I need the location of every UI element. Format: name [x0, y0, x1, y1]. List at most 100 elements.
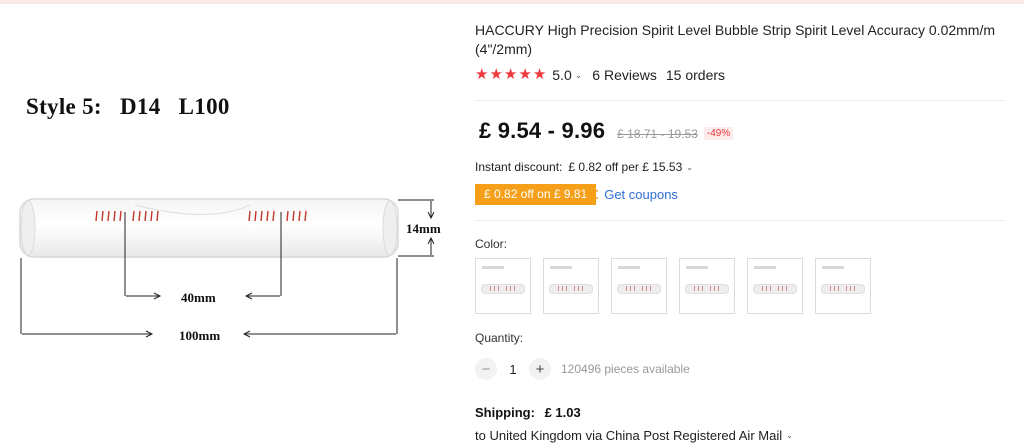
swatch-mark: [642, 286, 643, 291]
swatch-mark: [574, 286, 575, 291]
swatch-mark: [782, 286, 783, 291]
swatch-mark: [838, 286, 839, 291]
glass-tube: [19, 198, 399, 258]
orders-count: 15 orders: [665, 67, 726, 83]
shipping-price: £ 1.03: [544, 405, 581, 420]
swatch-mark: [498, 286, 499, 291]
swatch-mark: [494, 286, 495, 291]
swatch-tube: [685, 284, 729, 294]
divider: [475, 220, 1005, 221]
swatch-caption: [686, 266, 708, 269]
color-option[interactable]: [747, 258, 803, 314]
swatch-tube: [481, 284, 525, 294]
swatch-tube: [753, 284, 797, 294]
chevron-down-icon[interactable]: ⌄: [786, 431, 793, 440]
instant-discount-value: £ 0.82 off per £ 15.53: [568, 160, 683, 174]
swatch-mark: [626, 286, 627, 291]
swatch-mark: [762, 286, 763, 291]
swatch-mark: [778, 286, 779, 291]
swatch-mark: [698, 286, 699, 291]
price-row: £ 9.54 - 9.96 £ 18.71 - 19.53 -49%: [479, 118, 734, 144]
star-icon: ★: [532, 66, 547, 83]
chevron-down-icon[interactable]: ⌄: [686, 163, 693, 172]
swatch-mark: [766, 286, 767, 291]
swatch-mark: [634, 286, 635, 291]
star-icon: ★: [518, 66, 532, 83]
product-title: HACCURY High Precision Spirit Level Bubb…: [475, 22, 996, 57]
swatch-caption: [482, 266, 504, 269]
color-option[interactable]: [815, 258, 871, 314]
quantity-stepper: − 1 + 120496 pieces available: [475, 358, 690, 380]
dim-length-label: 100mm: [179, 328, 220, 343]
swatch-mark: [490, 286, 491, 291]
swatch-mark: [850, 286, 851, 291]
swatch-caption: [822, 266, 844, 269]
dim-height-label: 14mm: [406, 221, 441, 236]
minus-icon[interactable]: −: [475, 358, 497, 380]
discount-badge: -49%: [703, 127, 734, 140]
star-icon: ★: [489, 66, 503, 83]
shipping-label: Shipping:: [475, 405, 535, 420]
swatch-mark: [710, 286, 711, 291]
swatch-mark: [786, 286, 787, 291]
rating-value[interactable]: 5.0: [552, 67, 571, 83]
color-option[interactable]: [679, 258, 735, 314]
swatch-mark: [506, 286, 507, 291]
swatch-mark: [582, 286, 583, 291]
divider: [475, 100, 1005, 101]
tube-end-right: [382, 200, 398, 256]
swatch-mark: [694, 286, 695, 291]
swatch-mark: [854, 286, 855, 291]
swatch-mark: [510, 286, 511, 291]
coupon-row: £ 0.82 off on £ 9.81 Get coupons: [475, 184, 678, 205]
quantity-input[interactable]: 1: [497, 362, 529, 377]
star-icon: ★: [475, 66, 489, 83]
coupon-badge: £ 0.82 off on £ 9.81: [475, 184, 599, 205]
swatch-mark: [770, 286, 771, 291]
swatch-mark: [834, 286, 835, 291]
swatch-mark: [702, 286, 703, 291]
get-coupons-link[interactable]: Get coupons: [604, 187, 678, 202]
dim-spacing-label: 40mm: [181, 290, 216, 305]
current-price: £ 9.54 - 9.96: [479, 118, 606, 143]
plus-icon[interactable]: +: [529, 358, 551, 380]
color-option[interactable]: [543, 258, 599, 314]
swatch-mark: [718, 286, 719, 291]
swatch-mark: [578, 286, 579, 291]
swatch-tube: [821, 284, 865, 294]
color-option[interactable]: [611, 258, 667, 314]
rating-row: ★ ★ ★ ★ ★ 5.0 ⌄ 6 Reviews 15 orders: [475, 67, 726, 84]
swatch-mark: [714, 286, 715, 291]
swatch-mark: [646, 286, 647, 291]
swatch-caption: [754, 266, 776, 269]
instant-discount[interactable]: Instant discount: £ 0.82 off per £ 15.53…: [475, 160, 693, 174]
swatch-mark: [630, 286, 631, 291]
chevron-down-icon[interactable]: ⌄: [575, 70, 583, 81]
shipping-destination[interactable]: to United Kingdom via China Post Registe…: [475, 428, 793, 443]
shipping-destination-text: to United Kingdom via China Post Registe…: [475, 428, 783, 443]
product-image[interactable]: Style 5: D14 L100 14mm 40mm 100mm: [0, 6, 462, 446]
swatch-mark: [514, 286, 515, 291]
color-label: Color:: [475, 237, 508, 251]
swatch-tube: [549, 284, 593, 294]
top-strip: [0, 0, 1024, 4]
color-option[interactable]: [475, 258, 531, 314]
swatch-tube: [617, 284, 661, 294]
swatch-mark: [846, 286, 847, 291]
star-icon: ★: [503, 66, 518, 83]
swatch-caption: [618, 266, 640, 269]
swatch-mark: [566, 286, 567, 291]
swatch-mark: [558, 286, 559, 291]
swatch-caption: [550, 266, 572, 269]
level-diagram: 14mm 40mm 100mm: [19, 198, 441, 343]
reviews-link[interactable]: 6 Reviews: [592, 67, 657, 83]
shipping-row: Shipping: £ 1.03: [475, 405, 581, 420]
instant-discount-label: Instant discount:: [475, 160, 563, 174]
swatch-mark: [650, 286, 651, 291]
swatch-mark: [562, 286, 563, 291]
rating-stars: ★ ★ ★ ★ ★: [475, 67, 546, 83]
swatch-mark: [830, 286, 831, 291]
tube-end-left: [20, 200, 36, 256]
quantity-label: Quantity:: [475, 331, 524, 345]
color-swatches: [475, 258, 871, 314]
